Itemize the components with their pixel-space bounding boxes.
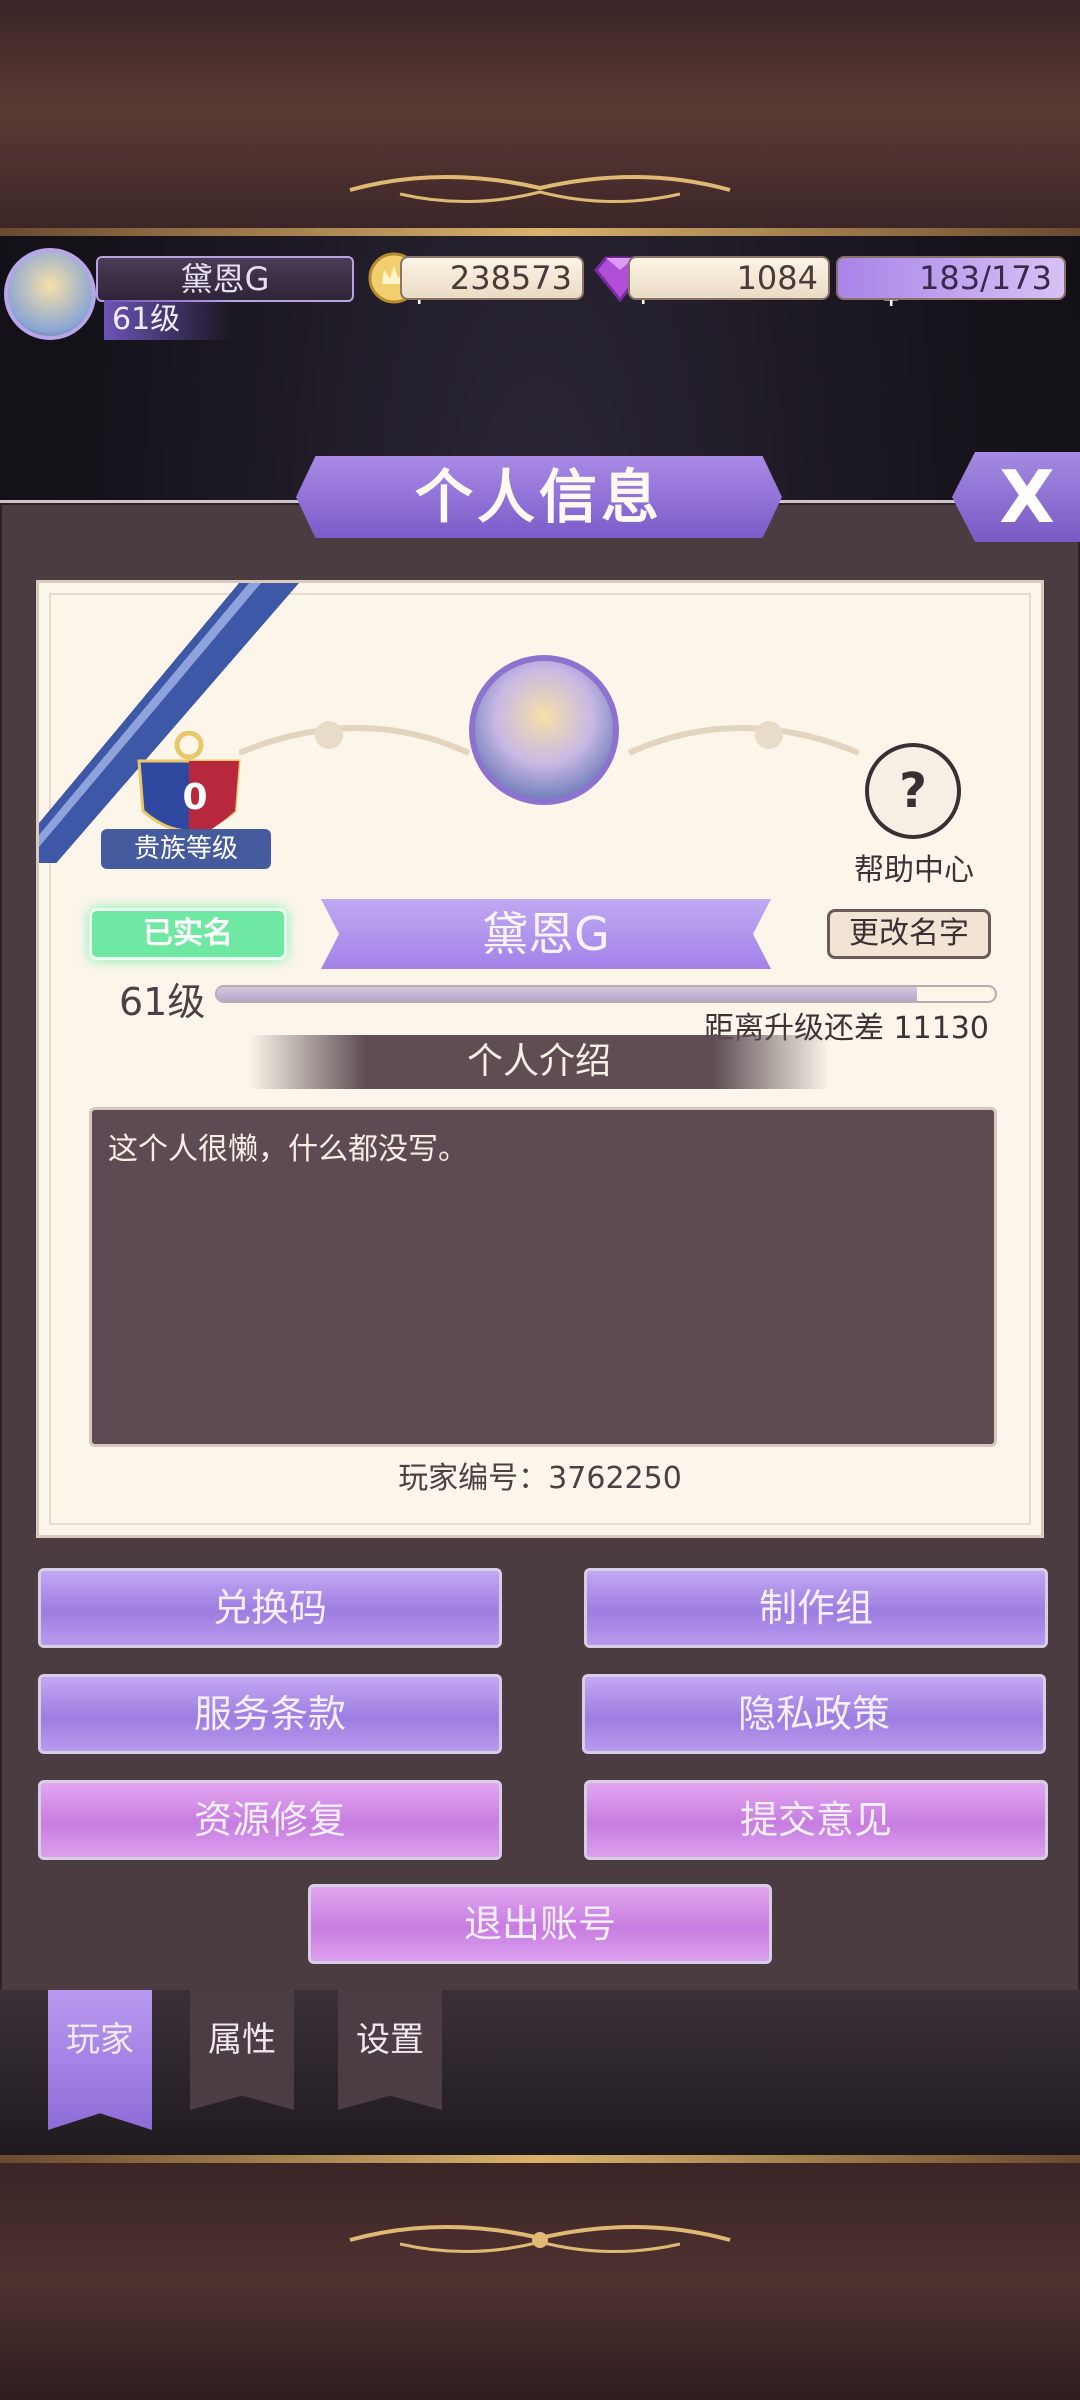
panel-title: 个人信息 xyxy=(296,456,782,538)
redeem-code-button[interactable]: 兑换码 xyxy=(38,1568,502,1648)
logout-button[interactable]: 退出账号 xyxy=(308,1884,772,1964)
xp-progress-bar xyxy=(215,985,997,1003)
verified-badge: 已实名 xyxy=(89,908,287,960)
tab-settings[interactable]: 设置 xyxy=(338,1990,442,2110)
close-button[interactable]: X xyxy=(952,452,1080,542)
intro-section-header: 个人介绍 xyxy=(249,1035,829,1089)
submit-feedback-button[interactable]: 提交意见 xyxy=(584,1780,1048,1860)
energy-amount: 183/173 xyxy=(836,256,1066,300)
gem-amount: 1084 xyxy=(628,256,830,300)
terms-of-service-button[interactable]: 服务条款 xyxy=(38,1674,502,1754)
noble-level-label: 贵族等级 xyxy=(101,829,271,869)
player-level: 61级 xyxy=(104,300,232,340)
gold-amount: 238573 xyxy=(400,256,584,300)
xp-progress-fill xyxy=(217,987,918,1001)
help-book-icon[interactable]: ? xyxy=(865,743,961,839)
profile-card: 0 贵族等级 ? 帮助中心 已实名 黛恩G 更改名字 61级 距离升级还差 11… xyxy=(36,580,1044,1538)
bottom-tab-bar xyxy=(0,1990,1080,2155)
rename-button[interactable]: 更改名字 xyxy=(827,909,991,959)
privacy-policy-button[interactable]: 隐私政策 xyxy=(582,1674,1046,1754)
bottom-gold-divider xyxy=(0,2155,1080,2163)
bottom-decor-frame xyxy=(0,2163,1080,2400)
bottom-ornament xyxy=(349,2225,731,2253)
profile-level: 61级 xyxy=(119,980,206,1024)
player-name: 黛恩G xyxy=(96,256,354,302)
player-avatar[interactable] xyxy=(4,248,96,340)
game-screen: 黛恩G 61级 + 238573 + 1084 + 183/173 个人信息 X… xyxy=(0,0,1080,2400)
resource-repair-button[interactable]: 资源修复 xyxy=(38,1780,502,1860)
intro-textbox[interactable]: 这个人很懒，什么都没写。 xyxy=(89,1107,997,1447)
profile-name: 黛恩G xyxy=(321,899,771,969)
player-id: 玩家编号：3762250 xyxy=(398,1461,682,1496)
top-gold-divider xyxy=(0,228,1080,236)
credits-button[interactable]: 制作组 xyxy=(584,1568,1048,1648)
top-ornament xyxy=(349,175,731,203)
help-center-label[interactable]: 帮助中心 xyxy=(839,845,989,889)
tab-attributes[interactable]: 属性 xyxy=(190,1990,294,2110)
tab-player[interactable]: 玩家 xyxy=(48,1990,152,2130)
noble-level-value: 0 xyxy=(182,777,208,818)
profile-avatar[interactable] xyxy=(469,655,619,805)
